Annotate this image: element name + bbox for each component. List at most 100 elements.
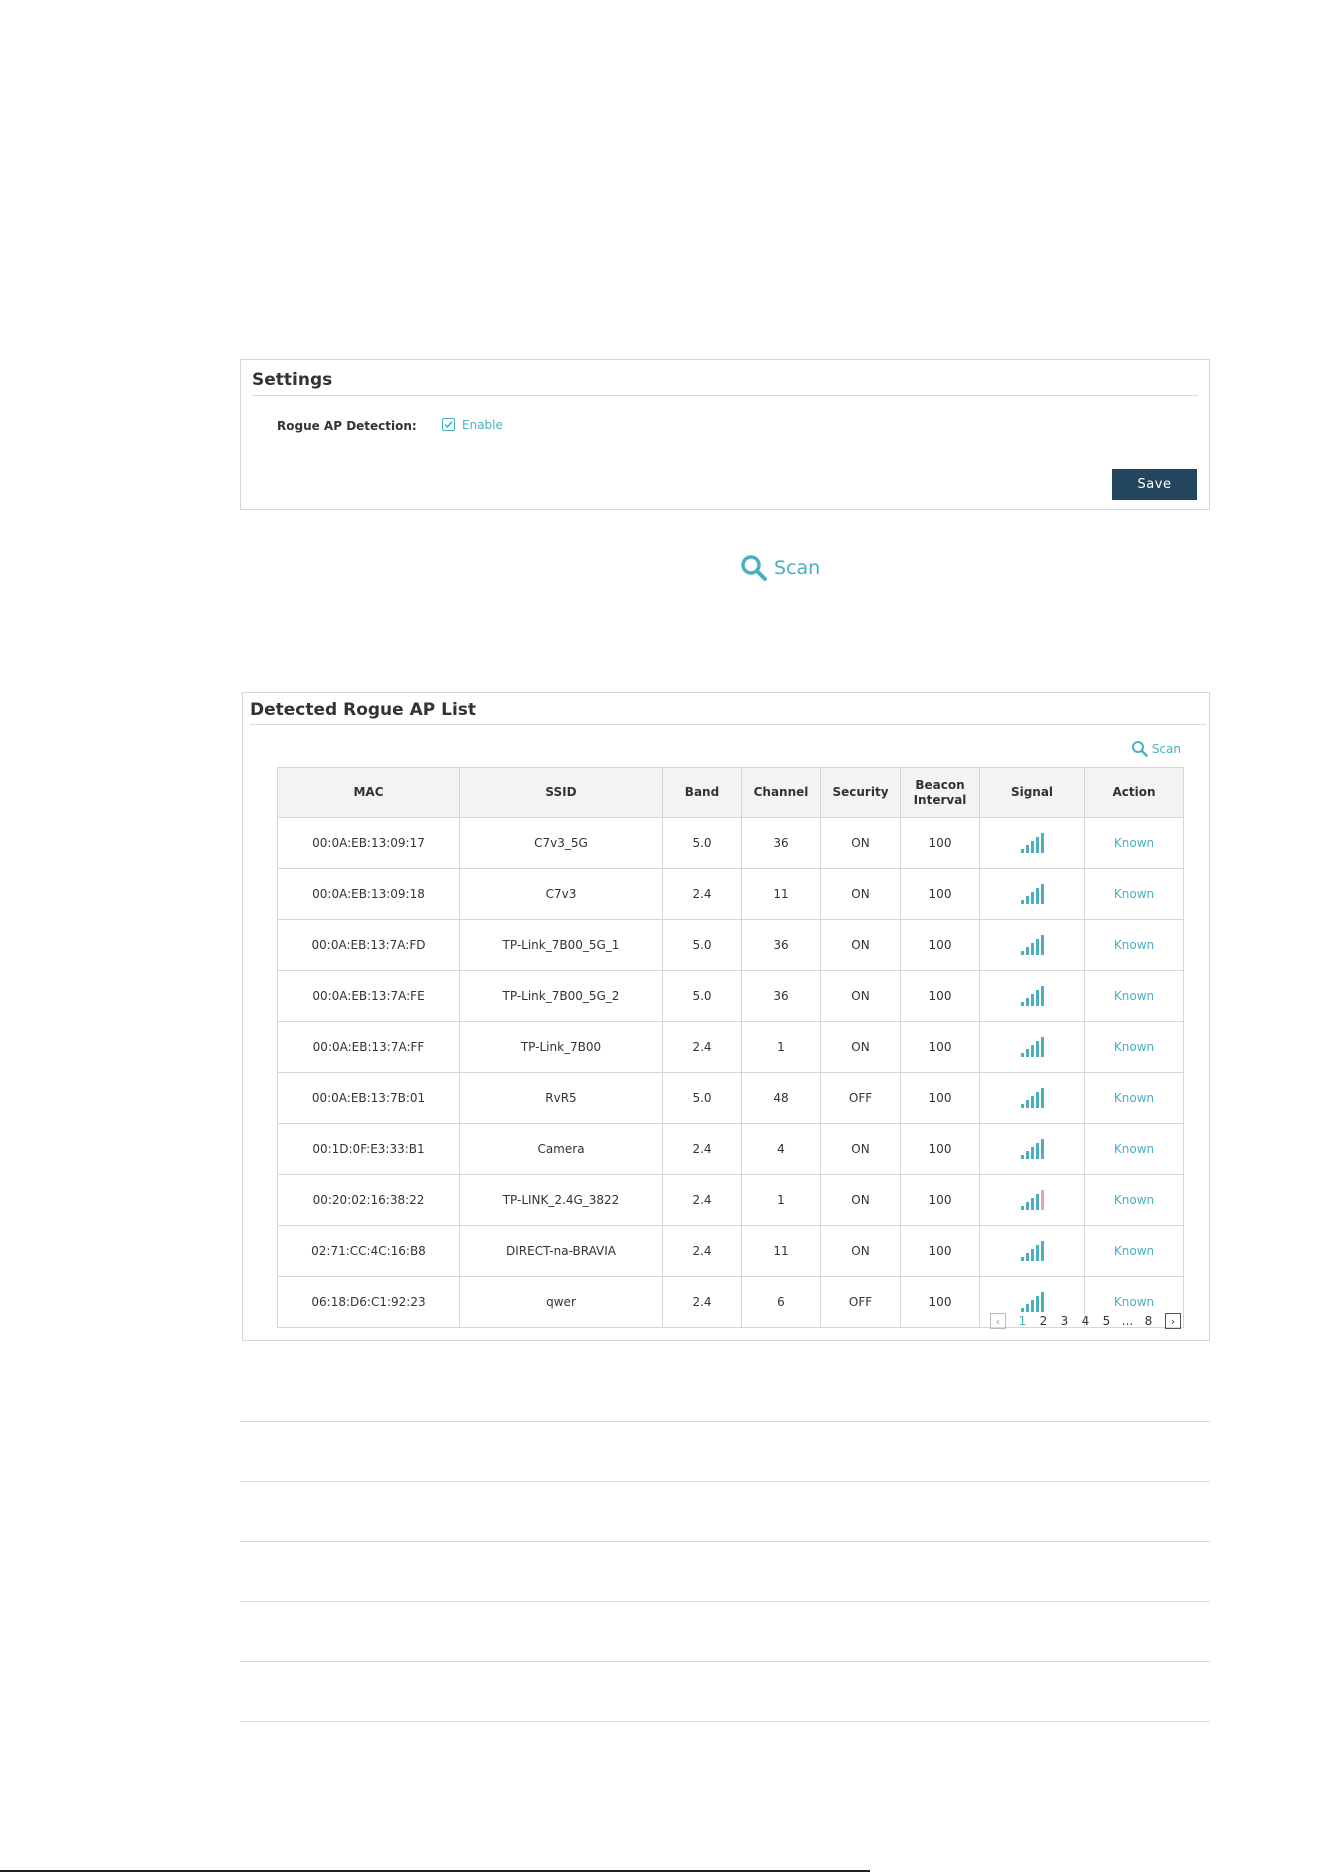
checkmark-icon: [444, 421, 453, 429]
signal-cell: [979, 868, 1085, 920]
mac-cell: 00:0A:EB:13:09:18: [277, 868, 460, 920]
page-ellipsis: ...: [1121, 1314, 1134, 1328]
signal-cell: [979, 1225, 1085, 1277]
known-link[interactable]: Known: [1114, 1091, 1154, 1105]
rule-line: [240, 1421, 1210, 1422]
enable-checkbox[interactable]: [442, 418, 455, 431]
page-number[interactable]: 3: [1054, 1314, 1075, 1328]
band-cell: 2.4: [662, 1021, 742, 1073]
beacon-interval-cell: 100: [900, 1225, 980, 1277]
save-button[interactable]: Save: [1112, 469, 1197, 500]
band-cell: 2.4: [662, 1123, 742, 1175]
ssid-cell: TP-Link_7B00: [459, 1021, 663, 1073]
ssid-cell: TP-Link_7B00_5G_2: [459, 970, 663, 1022]
table-row: 00:0A:EB:13:7A:FE TP-Link_7B00_5G_2 5.0 36 O…: [277, 970, 1184, 1022]
mac-cell: 02:71:CC:4C:16:B8: [277, 1225, 460, 1277]
page-number[interactable]: 8: [1138, 1314, 1159, 1328]
channel-cell: 11: [741, 1225, 821, 1277]
ssid-cell: TP-Link_7B00_5G_1: [459, 919, 663, 971]
rule-line: [240, 1601, 1210, 1602]
signal-strength-icon: [1020, 1088, 1044, 1108]
col-signal: Signal: [979, 767, 1085, 818]
table-row: 00:1D:0F:E3:33:B1 Camera 2.4 4 ON 100 Known: [277, 1123, 1184, 1175]
security-cell: ON: [820, 1021, 901, 1073]
settings-panel: Settings Rogue AP Detection: Enable Save: [240, 359, 1210, 510]
channel-cell: 4: [741, 1123, 821, 1175]
beacon-interval-cell: 100: [900, 1072, 980, 1124]
security-cell: ON: [820, 919, 901, 971]
known-link[interactable]: Known: [1114, 887, 1154, 901]
table-row: 00:0A:EB:13:09:17 C7v3_5G 5.0 36 ON 100 Known: [277, 817, 1184, 869]
table-row: 00:0A:EB:13:7A:FF TP-Link_7B00 2.4 1 ON 100 Kn…: [277, 1021, 1184, 1073]
action-cell: Known: [1084, 1021, 1184, 1073]
mac-cell: 00:0A:EB:13:7A:FE: [277, 970, 460, 1022]
col-security: Security: [820, 767, 901, 818]
beacon-interval-cell: 100: [900, 970, 980, 1022]
ssid-cell: Camera: [459, 1123, 663, 1175]
signal-cell: [979, 817, 1085, 869]
rogue-ap-detection-label: Rogue AP Detection:: [277, 419, 417, 433]
col-ssid: SSID: [459, 767, 663, 818]
known-link[interactable]: Known: [1114, 1295, 1154, 1309]
page-number[interactable]: 1: [1012, 1314, 1033, 1328]
ssid-cell: C7v3: [459, 868, 663, 920]
page-number[interactable]: 2: [1033, 1314, 1054, 1328]
chevron-left-icon[interactable]: ‹: [990, 1313, 1006, 1329]
signal-strength-icon: [1020, 833, 1044, 853]
signal-strength-icon: [1020, 1139, 1044, 1159]
col-action: Action: [1084, 767, 1184, 818]
scan-large-label: Scan: [774, 557, 821, 579]
search-icon: [1131, 741, 1148, 757]
enable-label[interactable]: Enable: [462, 418, 503, 432]
signal-cell: [979, 1174, 1085, 1226]
security-cell: OFF: [820, 1072, 901, 1124]
rule-line: [240, 1661, 1210, 1662]
settings-title: Settings: [252, 370, 333, 390]
security-cell: ON: [820, 1225, 901, 1277]
table-row: 00:0A:EB:13:7A:FD TP-Link_7B00_5G_1 5.0 36 O…: [277, 919, 1184, 971]
security-cell: ON: [820, 1123, 901, 1175]
signal-cell: [979, 970, 1085, 1022]
page-number[interactable]: 4: [1075, 1314, 1096, 1328]
beacon-interval-cell: 100: [900, 1123, 980, 1175]
known-link[interactable]: Known: [1114, 1193, 1154, 1207]
known-link[interactable]: Known: [1114, 1142, 1154, 1156]
chevron-right-icon[interactable]: ›: [1165, 1313, 1181, 1329]
security-cell: OFF: [820, 1276, 901, 1328]
col-band: Band: [662, 767, 742, 818]
band-cell: 5.0: [662, 817, 742, 869]
mac-cell: 00:0A:EB:13:09:17: [277, 817, 460, 869]
known-link[interactable]: Known: [1114, 1244, 1154, 1258]
ssid-cell: RvR5: [459, 1072, 663, 1124]
ssid-cell: TP-LINK_2.4G_3822: [459, 1174, 663, 1226]
signal-cell: [979, 1072, 1085, 1124]
mac-cell: 00:1D:0F:E3:33:B1: [277, 1123, 460, 1175]
mac-cell: 00:20:02:16:38:22: [277, 1174, 460, 1226]
table-row: 00:0A:EB:13:09:18 C7v3 2.4 11 ON 100 Known: [277, 868, 1184, 920]
band-cell: 5.0: [662, 1072, 742, 1124]
signal-strength-icon: [1020, 1037, 1044, 1057]
action-cell: Known: [1084, 868, 1184, 920]
table-header-row: MAC SSID Band Channel Security Beacon In…: [277, 767, 1184, 818]
band-cell: 5.0: [662, 970, 742, 1022]
signal-strength-icon: [1020, 1241, 1044, 1261]
ssid-cell: qwer: [459, 1276, 663, 1328]
page-numbers: 1 2 3 4 5... 8: [1012, 1314, 1159, 1328]
security-cell: ON: [820, 1174, 901, 1226]
scan-button-small[interactable]: Scan: [1131, 740, 1181, 757]
table-row: 00:0A:EB:13:7B:01 RvR5 5.0 48 OFF 100 Known: [277, 1072, 1184, 1124]
known-link[interactable]: Known: [1114, 938, 1154, 952]
page-number[interactable]: 5: [1096, 1314, 1117, 1328]
mac-cell: 06:18:D6:C1:92:23: [277, 1276, 460, 1328]
beacon-interval-cell: 100: [900, 868, 980, 920]
scan-button-large[interactable]: Scan: [740, 553, 820, 583]
known-link[interactable]: Known: [1114, 1040, 1154, 1054]
signal-strength-icon: [1020, 1190, 1044, 1210]
beacon-interval-cell: 100: [900, 1021, 980, 1073]
action-cell: Known: [1084, 817, 1184, 869]
table-body: 00:0A:EB:13:09:17 C7v3_5G 5.0 36 ON 100 Known 0…: [277, 817, 1184, 1328]
known-link[interactable]: Known: [1114, 989, 1154, 1003]
known-link[interactable]: Known: [1114, 836, 1154, 850]
channel-cell: 1: [741, 1174, 821, 1226]
beacon-interval-cell: 100: [900, 817, 980, 869]
